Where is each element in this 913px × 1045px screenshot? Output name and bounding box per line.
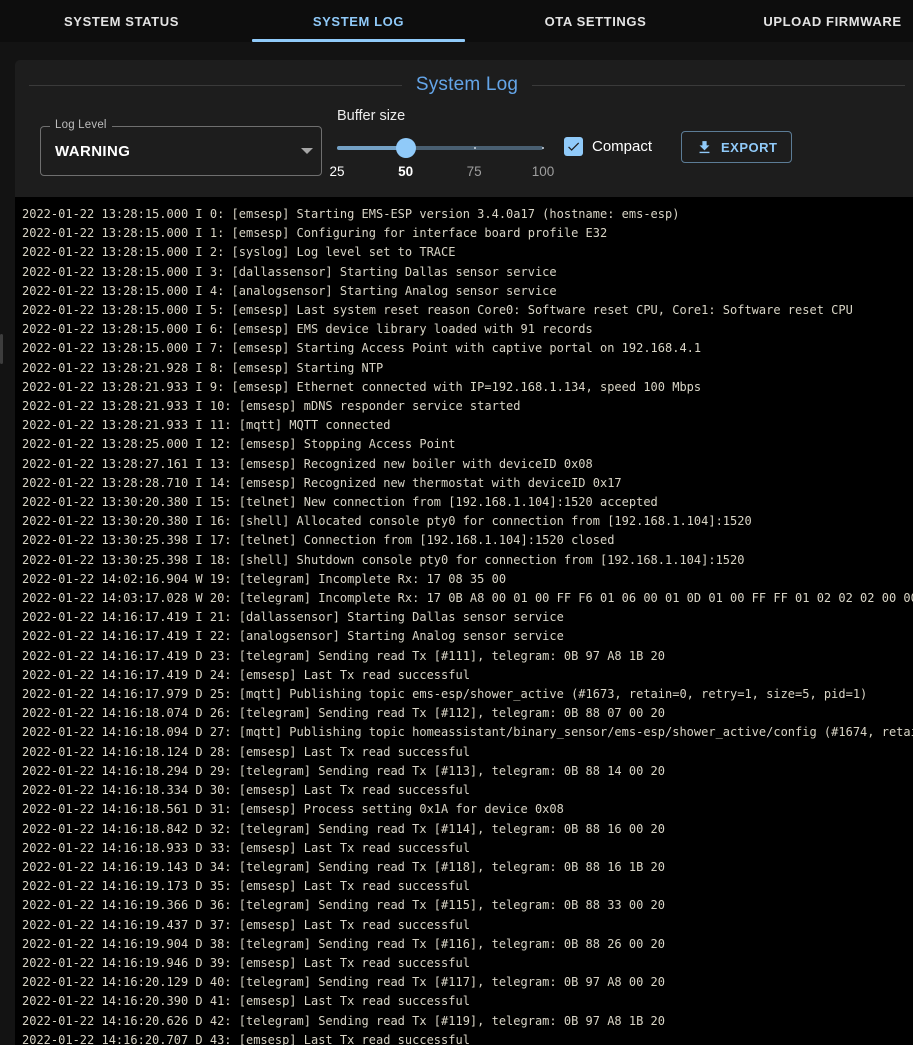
log-line: 2022-01-22 14:16:18.561 D 31: [emsesp] P…: [22, 800, 913, 819]
log-line: 2022-01-22 13:28:21.933 I 10: [emsesp] m…: [22, 397, 913, 416]
chevron-down-icon: [301, 148, 313, 154]
compact-label[interactable]: Compact: [592, 138, 652, 155]
log-line: 2022-01-22 13:28:21.933 I 11: [mqtt] MQT…: [22, 416, 913, 435]
log-line: 2022-01-22 14:16:18.124 D 28: [emsesp] L…: [22, 743, 913, 762]
tab-list: SYSTEM STATUS SYSTEM LOG OTA SETTINGS UP…: [3, 0, 913, 42]
log-line: 2022-01-22 14:16:18.933 D 33: [emsesp] L…: [22, 839, 913, 858]
app-tab-bar: SYSTEM STATUS SYSTEM LOG OTA SETTINGS UP…: [0, 0, 913, 42]
log-line: 2022-01-22 14:16:19.946 D 39: [emsesp] L…: [22, 954, 913, 973]
log-line: 2022-01-22 14:16:19.437 D 37: [emsesp] L…: [22, 916, 913, 935]
log-line: 2022-01-22 14:16:20.707 D 43: [emsesp] L…: [22, 1031, 913, 1045]
log-line: 2022-01-22 14:16:18.094 D 27: [mqtt] Pub…: [22, 723, 913, 742]
header-divider-right: [532, 85, 905, 86]
log-line: 2022-01-22 14:03:17.028 W 20: [telegram]…: [22, 589, 913, 608]
buffer-size-slider[interactable]: [337, 138, 543, 158]
log-line: 2022-01-22 14:16:18.842 D 32: [telegram]…: [22, 820, 913, 839]
log-line: 2022-01-22 13:28:21.933 I 9: [emsesp] Et…: [22, 378, 913, 397]
log-line: 2022-01-22 13:30:20.380 I 15: [telnet] N…: [22, 493, 913, 512]
tab-label: OTA SETTINGS: [545, 14, 647, 29]
page-title: System Log: [402, 74, 532, 96]
log-line: 2022-01-22 13:30:25.398 I 17: [telnet] C…: [22, 531, 913, 550]
active-tab-indicator: [252, 39, 465, 42]
log-line: 2022-01-22 13:28:15.000 I 5: [emsesp] La…: [22, 301, 913, 320]
tab-label: UPLOAD FIRMWARE: [763, 14, 901, 29]
buffer-size-group: Buffer size 25 50 75 100: [337, 108, 543, 180]
log-line: 2022-01-22 14:16:17.419 D 24: [emsesp] L…: [22, 666, 913, 685]
export-button[interactable]: EXPORT: [681, 131, 792, 163]
log-level-value: WARNING: [55, 127, 130, 175]
log-line: 2022-01-22 14:16:18.074 D 26: [telegram]…: [22, 704, 913, 723]
log-line: 2022-01-22 13:28:15.000 I 7: [emsesp] St…: [22, 339, 913, 358]
slider-label-75: 75: [467, 164, 482, 179]
panel-header: System Log: [29, 72, 905, 98]
log-line: 2022-01-22 14:16:19.173 D 35: [emsesp] L…: [22, 877, 913, 896]
compact-checkbox[interactable]: [564, 137, 583, 156]
download-icon: [696, 139, 713, 156]
compact-checkbox-field[interactable]: Compact: [564, 137, 652, 156]
log-area[interactable]: 2022-01-22 13:28:15.000 I 0: [emsesp] St…: [15, 197, 913, 1045]
checkmark-icon: [566, 139, 581, 154]
log-line: 2022-01-22 14:16:18.294 D 29: [telegram]…: [22, 762, 913, 781]
tab-label: SYSTEM LOG: [313, 14, 404, 29]
slider-mark-labels: 25 50 75 100: [337, 164, 543, 180]
log-line: 2022-01-22 13:28:15.000 I 2: [syslog] Lo…: [22, 243, 913, 262]
buffer-size-label: Buffer size: [337, 108, 543, 124]
log-line: 2022-01-22 14:16:20.390 D 41: [emsesp] L…: [22, 992, 913, 1011]
header-divider-left: [29, 85, 402, 86]
log-line: 2022-01-22 14:16:19.143 D 34: [telegram]…: [22, 858, 913, 877]
log-line: 2022-01-22 14:16:18.334 D 30: [emsesp] L…: [22, 781, 913, 800]
tab-label: SYSTEM STATUS: [64, 14, 179, 29]
log-line: 2022-01-22 13:28:15.000 I 6: [emsesp] EM…: [22, 320, 913, 339]
log-line: 2022-01-22 14:16:19.366 D 36: [telegram]…: [22, 896, 913, 915]
log-line: 2022-01-22 13:30:25.398 I 18: [shell] Sh…: [22, 551, 913, 570]
tab-upload-firmware[interactable]: UPLOAD FIRMWARE: [714, 0, 913, 42]
slider-label-50: 50: [398, 164, 413, 179]
log-line: 2022-01-22 14:16:19.904 D 38: [telegram]…: [22, 935, 913, 954]
slider-label-25: 25: [329, 164, 344, 179]
log-line: 2022-01-22 13:28:21.928 I 8: [emsesp] St…: [22, 359, 913, 378]
log-line: 2022-01-22 13:28:27.161 I 13: [emsesp] R…: [22, 455, 913, 474]
log-line: 2022-01-22 13:28:28.710 I 14: [emsesp] R…: [22, 474, 913, 493]
slider-label-100: 100: [532, 164, 555, 179]
tab-system-log[interactable]: SYSTEM LOG: [240, 0, 477, 42]
slider-thumb[interactable]: [396, 138, 416, 158]
window-edge-scrollbar-fragment: [0, 334, 3, 364]
log-line: 2022-01-22 13:28:15.000 I 1: [emsesp] Co…: [22, 224, 913, 243]
log-level-select[interactable]: Log Level WARNING: [40, 126, 322, 176]
log-line: 2022-01-22 14:16:17.419 I 21: [dallassen…: [22, 608, 913, 627]
log-line: 2022-01-22 14:16:17.419 I 22: [analogsen…: [22, 627, 913, 646]
log-line: 2022-01-22 13:30:20.380 I 16: [shell] Al…: [22, 512, 913, 531]
log-line: 2022-01-22 14:02:16.904 W 19: [telegram]…: [22, 570, 913, 589]
log-line: 2022-01-22 14:16:20.129 D 40: [telegram]…: [22, 973, 913, 992]
slider-mark-100: [542, 147, 544, 149]
log-line: 2022-01-22 13:28:15.000 I 3: [dallassens…: [22, 263, 913, 282]
log-line: 2022-01-22 14:16:20.626 D 42: [telegram]…: [22, 1012, 913, 1031]
tab-system-status[interactable]: SYSTEM STATUS: [3, 0, 240, 42]
export-button-label: EXPORT: [721, 140, 777, 155]
log-line: 2022-01-22 14:16:17.979 D 25: [mqtt] Pub…: [22, 685, 913, 704]
log-line: 2022-01-22 13:28:25.000 I 12: [emsesp] S…: [22, 435, 913, 454]
log-line: 2022-01-22 14:16:17.419 D 23: [telegram]…: [22, 647, 913, 666]
system-log-panel: System Log Log Level WARNING Buffer size…: [15, 60, 913, 1045]
tab-ota-settings[interactable]: OTA SETTINGS: [477, 0, 714, 42]
log-line: 2022-01-22 13:28:15.000 I 4: [analogsens…: [22, 282, 913, 301]
log-line: 2022-01-22 13:28:15.000 I 0: [emsesp] St…: [22, 205, 913, 224]
